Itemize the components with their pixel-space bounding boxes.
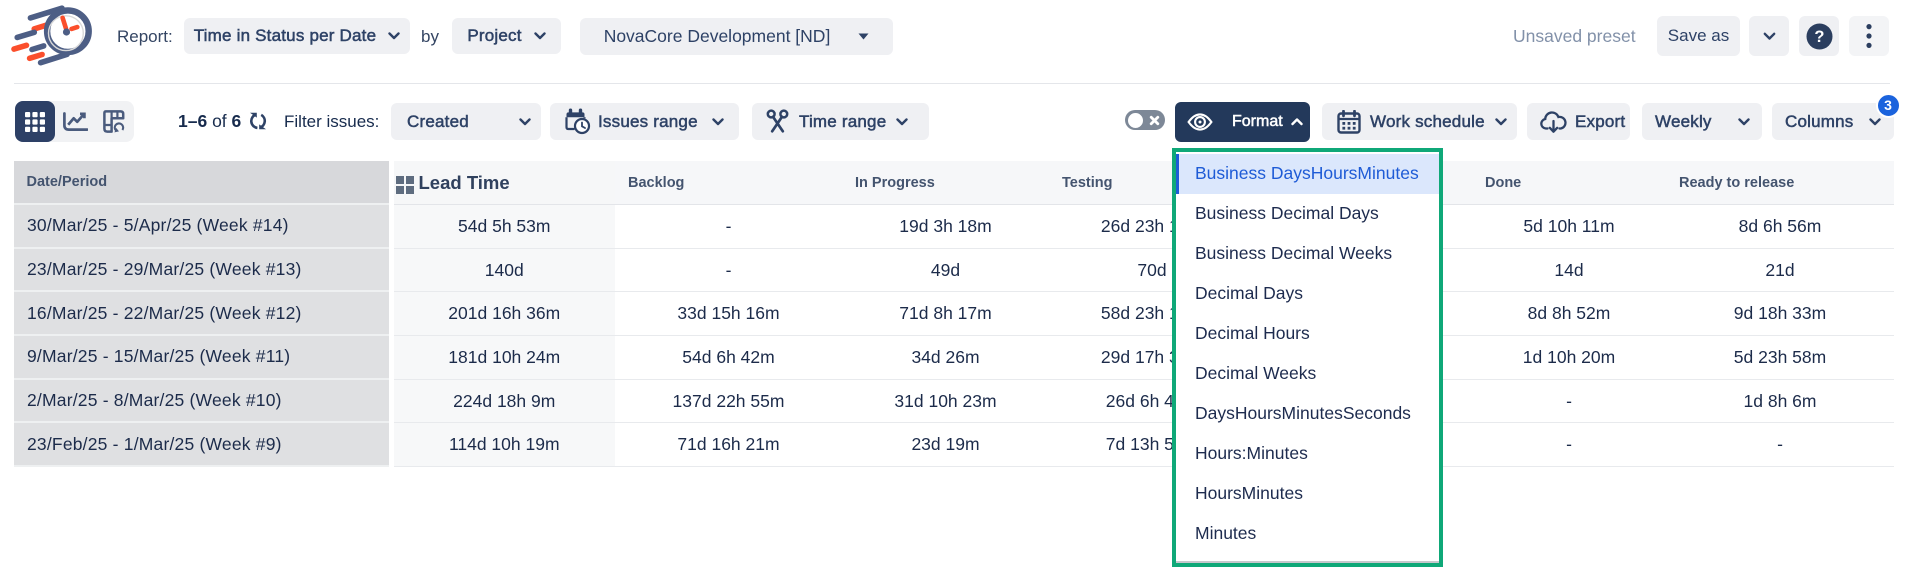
svg-text:?: ? (1814, 28, 1824, 46)
